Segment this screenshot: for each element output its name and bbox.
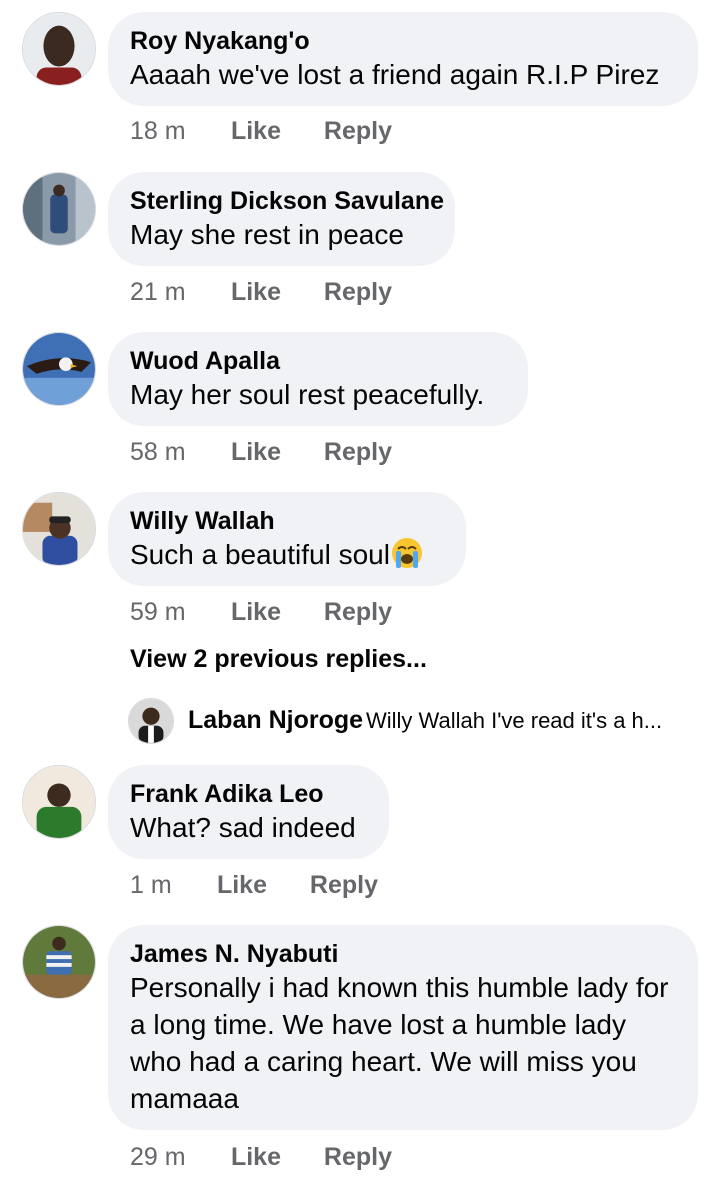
- comment-bubble: James N. Nyabuti Personally i had known …: [108, 925, 698, 1130]
- like-button[interactable]: Like: [217, 871, 303, 900]
- comment-author[interactable]: Willy Wallah: [130, 506, 444, 536]
- comment-time[interactable]: 21 m: [130, 278, 224, 307]
- comment-author[interactable]: Roy Nyakang'o: [130, 26, 676, 56]
- comment-text: Aaaah we've lost a friend again R.I.P Pi…: [130, 59, 660, 90]
- comment-time[interactable]: 18 m: [130, 117, 224, 146]
- comment-time[interactable]: 59 m: [130, 598, 224, 627]
- comment-bubble: Willy Wallah Such a beautiful soul: [108, 492, 466, 586]
- like-button[interactable]: Like: [231, 1143, 317, 1172]
- comment-bubble: Frank Adika Leo What? sad indeed: [108, 765, 389, 859]
- avatar[interactable]: [22, 765, 96, 839]
- comment-time[interactable]: 29 m: [130, 1143, 224, 1172]
- comment-author[interactable]: James N. Nyabuti: [130, 939, 676, 969]
- reply-button[interactable]: Reply: [324, 1143, 392, 1172]
- comment-bubble: Wuod Apalla May her soul rest peacefully…: [108, 332, 528, 426]
- reply-button[interactable]: Reply: [324, 117, 392, 146]
- comment-text: What? sad indeed: [130, 812, 356, 843]
- reply-button[interactable]: Reply: [310, 871, 378, 900]
- comment-actions: 21 m Like Reply: [130, 278, 392, 307]
- comment-text: Personally i had known this humble lady …: [130, 972, 669, 1114]
- avatar[interactable]: [22, 332, 96, 406]
- loudly-crying-face-emoji: [391, 538, 422, 568]
- avatar[interactable]: [128, 698, 174, 744]
- reply-button[interactable]: Reply: [324, 438, 392, 467]
- like-button[interactable]: Like: [231, 438, 317, 467]
- comment-time[interactable]: 1 m: [130, 871, 210, 900]
- comment-text-content: Such a beautiful soul: [130, 539, 390, 570]
- comment-text: May her soul rest peacefully.: [130, 379, 485, 410]
- comment-bubble: Sterling Dickson Savulane May she rest i…: [108, 172, 455, 266]
- comment-actions: 59 m Like Reply: [130, 598, 392, 627]
- comment-actions: 1 m Like Reply: [130, 871, 378, 900]
- reply-button[interactable]: Reply: [324, 278, 392, 307]
- avatar[interactable]: [22, 492, 96, 566]
- comment-author[interactable]: Sterling Dickson Savulane: [130, 186, 444, 216]
- view-previous-replies-link[interactable]: View 2 previous replies...: [130, 645, 427, 674]
- comment-text: May she rest in peace: [130, 219, 404, 250]
- reply-preview[interactable]: Laban Njoroge Willy Wallah I've read it'…: [128, 698, 698, 744]
- comment-time[interactable]: 58 m: [130, 438, 224, 467]
- comment-actions: 58 m Like Reply: [130, 438, 392, 467]
- like-button[interactable]: Like: [231, 117, 317, 146]
- comment-author[interactable]: Wuod Apalla: [130, 346, 506, 376]
- like-button[interactable]: Like: [231, 598, 317, 627]
- reply-text: Willy Wallah I've read it's a h...: [366, 708, 663, 733]
- comment-actions: 18 m Like Reply: [130, 117, 392, 146]
- comment-text: Such a beautiful soul: [130, 536, 444, 573]
- comment-author[interactable]: Frank Adika Leo: [130, 779, 367, 809]
- reply-author[interactable]: Laban Njoroge: [188, 706, 363, 735]
- avatar[interactable]: [22, 925, 96, 999]
- like-button[interactable]: Like: [231, 278, 317, 307]
- comment-bubble: Roy Nyakang'o Aaaah we've lost a friend …: [108, 12, 698, 106]
- reply-button[interactable]: Reply: [324, 598, 392, 627]
- comment-actions: 29 m Like Reply: [130, 1143, 392, 1172]
- avatar[interactable]: [22, 172, 96, 246]
- avatar[interactable]: [22, 12, 96, 86]
